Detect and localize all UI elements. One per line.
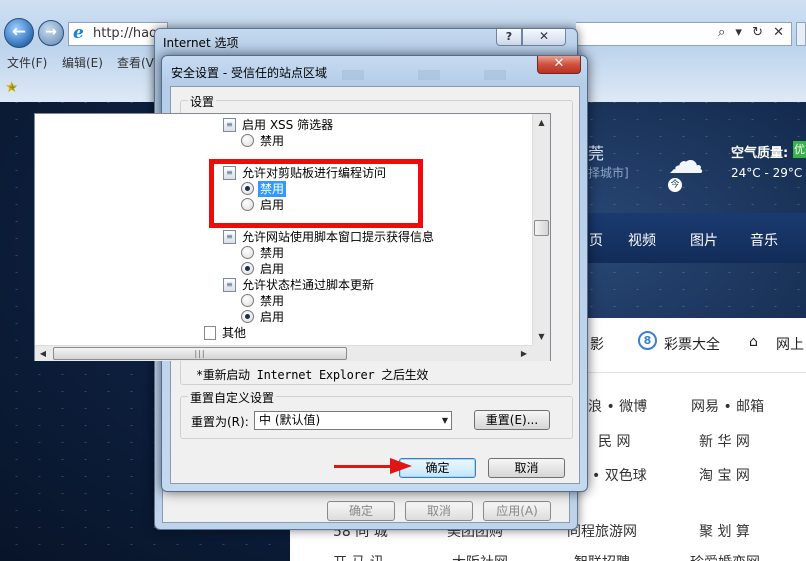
tab-strip-shadow (192, 70, 532, 82)
add-favorite-icon: + (9, 83, 17, 93)
internet-options-title: Internet 选项 (163, 36, 239, 50)
setting-label: 启用 XSS 筛选器 (242, 118, 334, 132)
web-link[interactable]: 珍爱婚恋网 (690, 552, 760, 561)
chevron-down-icon: ▼ (441, 416, 448, 425)
web-city-select[interactable]: 择城市] (588, 164, 629, 181)
web-nav-item[interactable]: 页 (589, 230, 603, 250)
radio-button-checked[interactable] (241, 310, 254, 323)
ok-button-behind[interactable]: 确定 (327, 501, 395, 521)
web-nav-item[interactable]: 音乐 (750, 230, 778, 250)
apply-button-behind[interactable]: 应用(A) (483, 501, 551, 521)
quick-link[interactable]: 彩票大全 (664, 334, 720, 354)
setting-option-icon (223, 278, 236, 292)
lottery-icon: 8 (638, 331, 657, 350)
radio-label: 禁用 (260, 134, 285, 148)
web-link[interactable]: 聚 划 算 (699, 521, 750, 541)
web-link[interactable]: 新 华 网 (699, 431, 750, 451)
scroll-left-icon[interactable]: ◀ (35, 346, 51, 362)
address-bar[interactable]: e http://hao... (68, 22, 168, 46)
radio-button[interactable] (241, 294, 254, 307)
radio-label: 禁用 (260, 294, 285, 308)
weather-today-badge: 今 (668, 178, 682, 192)
help-icon[interactable]: ? (496, 29, 522, 46)
annotation-arrow-shaft (334, 465, 394, 468)
address-bar-tools: ⌕ ▾ ↻ ✕ (576, 22, 792, 46)
scroll-up-icon[interactable]: ▲ (533, 114, 550, 131)
menu-edit[interactable]: 编辑(E) (62, 54, 103, 71)
scroll-down-icon[interactable]: ▼ (533, 328, 550, 345)
setting-option-icon (223, 118, 236, 132)
refresh-stop-icons[interactable]: ⌕ ▾ ↻ ✕ (718, 25, 787, 40)
web-link[interactable]: 民 网 (598, 431, 630, 451)
cancel-button[interactable]: 取消 (488, 458, 565, 478)
category-label: 其他 (222, 326, 247, 340)
horizontal-scrollbar[interactable]: ◀ ||| ▶ (35, 345, 532, 361)
forward-arrow-icon[interactable]: → (38, 20, 64, 46)
restart-note: *重新启动 Internet Explorer 之后生效 (196, 368, 429, 382)
highlight-box (209, 159, 423, 228)
air-quality-badge: 优 (793, 141, 806, 158)
annotation-arrow-icon (390, 458, 412, 474)
ie-logo-icon: e (73, 23, 84, 43)
reset-button[interactable]: 重置(E)... (474, 410, 550, 430)
radio-label: 禁用 (260, 246, 285, 260)
web-link[interactable]: 智联招聘 (574, 552, 630, 561)
close-icon[interactable]: ✕ (537, 56, 581, 74)
web-link[interactable]: 浪 • 微博 (588, 396, 647, 416)
web-nav-item[interactable]: 图片 (690, 230, 718, 250)
quick-link[interactable]: 影 (590, 334, 604, 354)
menu-file[interactable]: 文件(F) (7, 54, 47, 71)
radio-button-checked[interactable] (241, 262, 254, 275)
web-city[interactable]: 莞 (588, 140, 604, 164)
reset-level-select[interactable]: 中 (默认值) ▼ (254, 411, 452, 430)
scroll-corner (532, 345, 550, 361)
radio-button[interactable] (241, 134, 254, 147)
radio-label: 启用 (260, 310, 285, 324)
web-link[interactable]: 网易 • 邮箱 (691, 396, 764, 416)
air-quality-label: 空气质量: (731, 146, 789, 161)
web-nav-item[interactable]: 视频 (628, 230, 656, 250)
setting-label: 允许网站使用脚本窗口提示获得信息 (242, 230, 435, 244)
radio-button[interactable] (241, 246, 254, 259)
web-link[interactable]: • 双色球 (592, 465, 647, 485)
search-box-edge[interactable] (796, 22, 806, 46)
menu-view[interactable]: 查看(V (117, 54, 154, 71)
reset-to-label: 重置为(R): (191, 415, 249, 429)
menu-bar: 文件(F) 编辑(E) 查看(V (0, 54, 160, 72)
vertical-scrollbar[interactable]: ▲ ▼ (532, 114, 550, 346)
radio-label: 启用 (260, 262, 285, 276)
settings-group-label: 设置 (188, 93, 217, 110)
close-icon[interactable]: ✕ (522, 29, 566, 46)
weather-cloud-icon: ☁ (668, 141, 704, 182)
home-icon: ⌂ (749, 334, 758, 350)
back-arrow-icon[interactable]: ← (4, 18, 34, 48)
cancel-button-behind[interactable]: 取消 (405, 501, 473, 521)
web-link[interactable]: 大阪社网 (452, 552, 508, 561)
quick-link[interactable]: 网上 (776, 334, 804, 354)
scroll-right-icon[interactable]: ▶ (516, 346, 532, 362)
web-link[interactable]: 淘 宝 网 (699, 465, 750, 485)
scroll-thumb[interactable] (534, 220, 549, 236)
document-icon (204, 326, 216, 340)
web-link[interactable]: 开 马 讯 (333, 552, 384, 561)
setting-label: 允许状态栏通过脚本更新 (242, 278, 375, 292)
scroll-thumb[interactable]: ||| (53, 347, 347, 360)
temperature-range: 24°C - 29°C (731, 166, 803, 180)
reset-level-value: 中 (默认值) (259, 413, 321, 427)
setting-option-icon (223, 230, 236, 244)
reset-group-label: 重置自定义设置 (188, 389, 277, 406)
